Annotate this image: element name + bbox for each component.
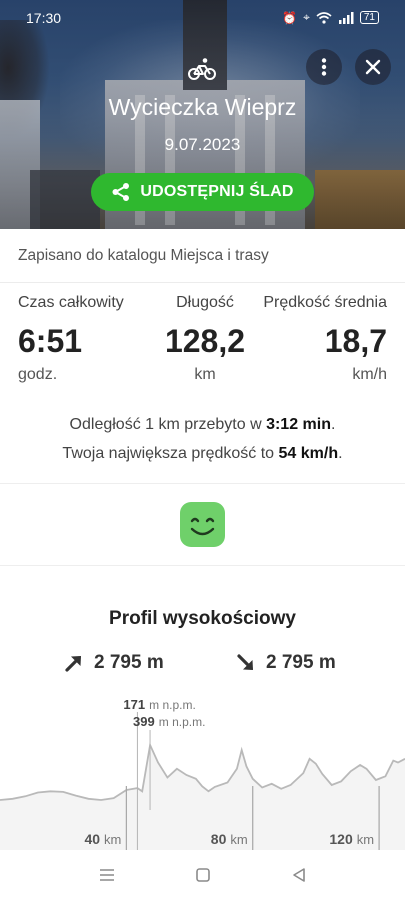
max-elevation-label: 399 m n.p.m. xyxy=(133,714,205,729)
max-speed-info: Twoja największa prędkość to 54 km/h. xyxy=(62,445,343,462)
stat-unit: km xyxy=(194,366,216,383)
arrow-down-right-icon xyxy=(237,654,253,670)
smiley-icon xyxy=(190,517,215,536)
trip-date: 9.07.2023 xyxy=(164,135,241,154)
total-ascent: 2 795 m xyxy=(64,652,164,674)
pace-info: Odległość 1 km przebyto w 3:12 min. xyxy=(69,416,336,433)
stat-value: 128,2 xyxy=(164,323,246,359)
descent-value: 2 795 m xyxy=(266,652,336,673)
close-button[interactable] xyxy=(355,49,391,85)
distance-mark-label: 120 km xyxy=(329,831,374,847)
alarm-icon: ⏰ xyxy=(282,10,298,25)
min-elevation-label: 171 m n.p.m. xyxy=(123,697,195,712)
back-icon[interactable] xyxy=(288,864,310,886)
menu-icon[interactable] xyxy=(96,864,118,886)
stat-label: Prędkość średnia xyxy=(263,294,387,311)
stat-value: 18,7 xyxy=(324,323,387,359)
trip-title: Wycieczka Wieprz xyxy=(108,94,297,120)
saved-note-text: Zapisano do katalogu Miejsca i trasy xyxy=(18,247,269,264)
status-bar: 17:30 ⏰ ⌖ 71 xyxy=(0,0,405,36)
stat-average-speed: Prędkość średnia 18,7 km/h xyxy=(263,294,387,384)
elevation-chart: 171 m n.p.m. 399 m n.p.m. 40 km 80 km 120 km xyxy=(0,690,405,850)
share-track-button[interactable]: UDOSTĘPNIJ ŚLAD xyxy=(91,173,314,211)
share-track-label: UDOSTĘPNIJ ŚLAD xyxy=(140,183,294,200)
status-time: 17:30 xyxy=(26,10,62,26)
divider xyxy=(0,565,405,566)
close-icon xyxy=(365,59,381,75)
elevation-profile-title: Profil wysokościowy xyxy=(109,608,296,629)
share-icon xyxy=(112,183,130,201)
min-elevation-value: 171 xyxy=(123,697,145,712)
distance-mark-value: 120 xyxy=(329,831,353,847)
max-speed-value: 54 km/h xyxy=(278,445,339,462)
stat-unit: km/h xyxy=(352,366,387,383)
ascent-value: 2 795 m xyxy=(94,652,164,673)
arrow-up-right-icon xyxy=(65,656,81,672)
distance-mark-unit: km xyxy=(104,832,121,847)
distance-mark-unit: km xyxy=(357,832,374,847)
stat-total-time: Czas całkowity 6:51 godz. xyxy=(18,294,124,384)
stat-distance: Długość 128,2 km xyxy=(150,294,260,384)
distance-mark-unit: km xyxy=(230,832,247,847)
signal-icon xyxy=(338,11,354,24)
stat-unit: godz. xyxy=(18,366,58,383)
bike-icon xyxy=(188,58,216,80)
distance-mark-value: 40 xyxy=(84,831,100,847)
battery-indicator: 71 xyxy=(359,11,379,24)
system-nav-bar xyxy=(0,850,405,900)
wifi-icon xyxy=(316,11,332,24)
more-vertical-icon xyxy=(321,58,327,76)
total-descent: 2 795 m xyxy=(236,652,336,674)
divider xyxy=(0,483,405,484)
stat-label: Czas całkowity xyxy=(18,294,124,311)
more-options-button[interactable] xyxy=(306,49,342,85)
pace-value: 3:12 min xyxy=(266,416,331,433)
mood-button[interactable] xyxy=(180,502,225,547)
distance-mark-value: 80 xyxy=(211,831,227,847)
max-elevation-value: 399 xyxy=(133,714,155,729)
location-icon: ⌖ xyxy=(303,10,310,24)
stat-value: 6:51 xyxy=(18,323,83,359)
home-icon[interactable] xyxy=(192,864,214,886)
stat-label: Długość xyxy=(176,294,234,311)
saved-to-catalog-note[interactable]: Zapisano do katalogu Miejsca i trasy xyxy=(0,229,405,283)
